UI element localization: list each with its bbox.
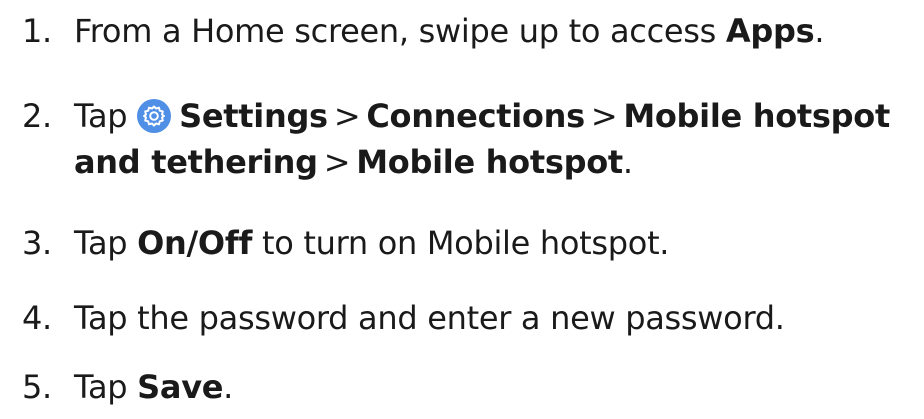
and-tethering-label: and tethering	[74, 143, 318, 181]
apps-label: Apps	[725, 12, 815, 50]
connections-label: Connections	[366, 97, 585, 135]
step-text: Tap the password and enter a new passwor…	[74, 299, 785, 337]
settings-gear-icon	[137, 99, 172, 133]
step-1: 1. From a Home screen, swipe up to access…	[22, 8, 922, 54]
mobile-hotspot-label: Mobile hotspot	[623, 97, 890, 135]
on-off-label: On/Off	[137, 224, 253, 262]
step-5: 5. Tap Save.	[22, 364, 922, 410]
mobile-hotspot-label-2: Mobile hotspot	[356, 143, 623, 181]
step-number: 1.	[22, 12, 52, 50]
step-4: 4. Tap the password and enter a new passw…	[22, 295, 922, 341]
step-number: 4.	[22, 299, 52, 337]
step-number: 5.	[22, 368, 52, 406]
step-number: 2.	[22, 97, 52, 135]
step-2-line-2: and tethering > Mobile hotspot.	[74, 143, 633, 181]
step-text: From a Home screen, swipe up to access	[74, 12, 726, 50]
save-label: Save	[137, 368, 224, 406]
step-number: 3.	[22, 224, 52, 262]
settings-label: Settings	[179, 97, 328, 135]
step-3: 3. Tap On/Off to turn on Mobile hotspot.	[22, 220, 922, 266]
step-2: 2. Tap Settings > Connections > Mobile hotspo…	[22, 93, 922, 185]
